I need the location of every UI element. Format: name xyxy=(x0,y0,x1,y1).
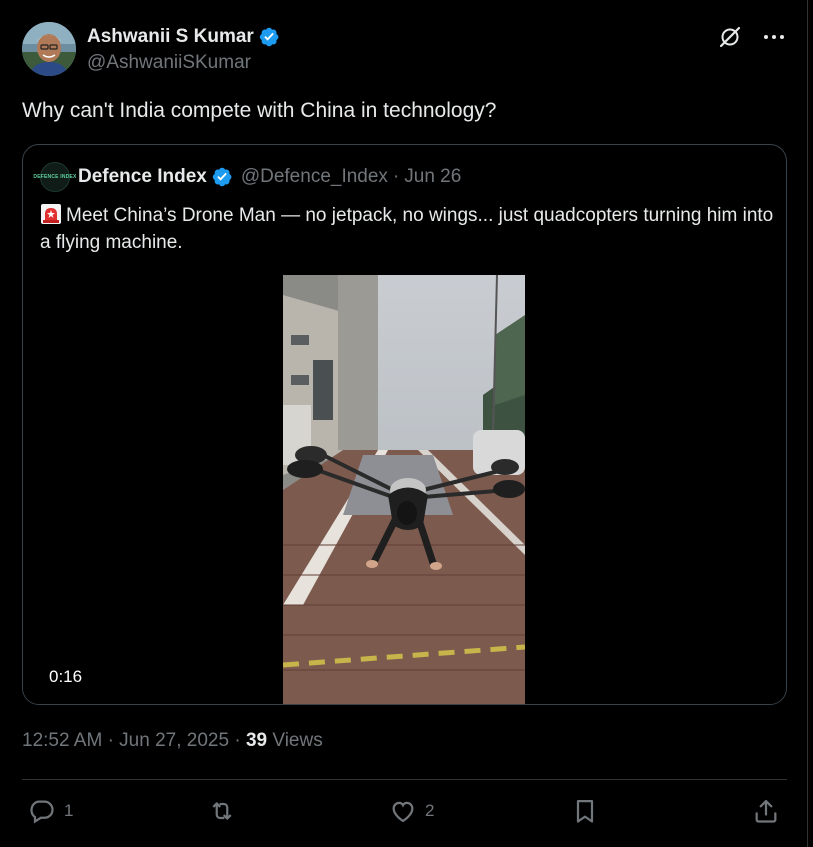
grok-icon[interactable] xyxy=(717,24,743,50)
video-thumbnail[interactable] xyxy=(283,275,525,704)
author-handle[interactable]: @AshwaniiSKumar xyxy=(87,52,280,74)
video-duration: 0:16 xyxy=(43,665,89,689)
more-options-icon[interactable] xyxy=(761,24,787,50)
reply-count: 1 xyxy=(64,801,74,820)
quoted-avatar[interactable]: DEFENCE INDEX xyxy=(33,162,76,192)
quoted-text: Meet China’s Drone Man — no jetpack, no … xyxy=(40,205,774,253)
quoted-header: DEFENCE INDEX Defence Index @Defence_Ind… xyxy=(33,162,461,192)
divider xyxy=(22,779,787,780)
reply-icon xyxy=(30,800,54,824)
top-actions xyxy=(717,24,787,50)
column-divider xyxy=(807,0,808,847)
video-player[interactable]: 0:16 xyxy=(23,275,786,704)
siren-emoji-icon xyxy=(41,204,61,224)
meta-separator: · xyxy=(107,730,114,751)
share-icon xyxy=(755,799,777,823)
verified-badge-icon xyxy=(212,167,232,187)
views-count: 39 xyxy=(245,730,268,751)
quoted-text-block: Meet China’s Drone Man — no jetpack, no … xyxy=(40,202,780,256)
bookmark-button[interactable] xyxy=(571,794,599,828)
quoted-separator: · xyxy=(392,166,400,187)
tweet-time[interactable]: 12:52 AM xyxy=(22,730,102,751)
meta-separator: · xyxy=(234,730,241,751)
quoted-avatar-logo: DEFENCE INDEX xyxy=(33,174,77,180)
share-button[interactable] xyxy=(752,794,780,828)
like-button[interactable]: 2 xyxy=(389,794,434,828)
quoted-handle[interactable]: @Defence_Index xyxy=(241,166,388,188)
author-info: Ashwanii S Kumar @AshwaniiSKumar xyxy=(87,24,280,74)
quoted-name[interactable]: Defence Index xyxy=(78,166,207,188)
tweet-date[interactable]: Jun 27, 2025 xyxy=(119,730,229,751)
tweet-meta: 12:52 AM · Jun 27, 2025 · 39 Views xyxy=(22,730,323,752)
repost-button[interactable] xyxy=(208,794,244,828)
author-name[interactable]: Ashwanii S Kumar xyxy=(87,26,254,48)
heart-icon xyxy=(392,801,414,823)
action-bar: 1 2 xyxy=(22,794,787,828)
bookmark-icon xyxy=(576,799,594,823)
quoted-tweet[interactable]: DEFENCE INDEX Defence Index @Defence_Ind… xyxy=(22,144,787,705)
author-avatar[interactable] xyxy=(22,22,76,76)
like-count: 2 xyxy=(425,801,435,820)
tweet-header: Ashwanii S Kumar @AshwaniiSKumar xyxy=(22,22,787,78)
reply-button[interactable]: 1 xyxy=(28,794,73,828)
verified-badge-icon xyxy=(259,27,279,47)
views-label: Views xyxy=(272,730,323,751)
quoted-date[interactable]: Jun 26 xyxy=(404,166,461,188)
tweet-text: Why can't India compete with China in te… xyxy=(22,99,497,122)
repost-icon xyxy=(212,802,232,820)
